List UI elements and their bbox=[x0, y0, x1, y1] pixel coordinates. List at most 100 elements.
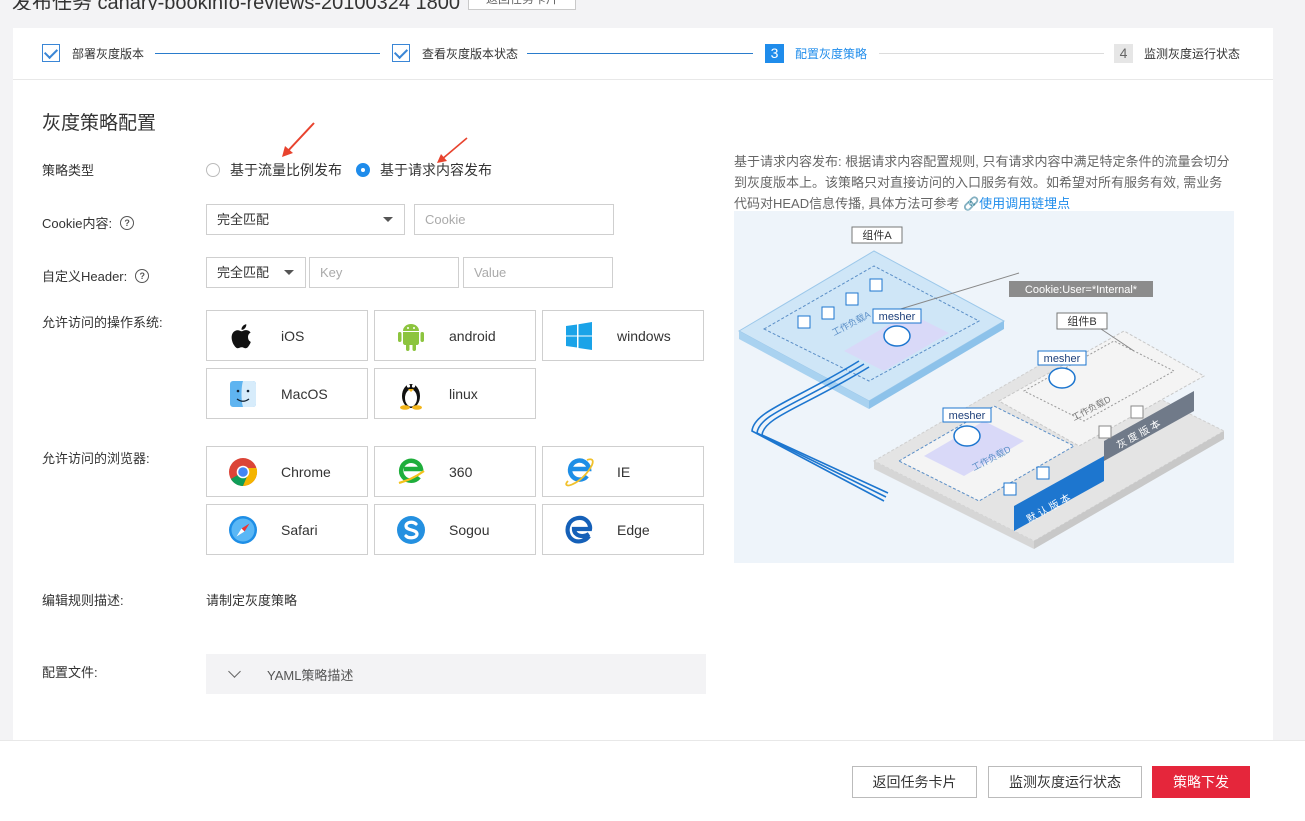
edge-icon bbox=[563, 514, 595, 546]
cookie-input[interactable]: Cookie bbox=[414, 204, 614, 235]
option-label: Edge bbox=[617, 521, 650, 538]
header-match-select[interactable]: 完全匹配 bbox=[206, 257, 306, 288]
apple-icon bbox=[227, 320, 259, 352]
browser-chrome-option[interactable]: Chrome bbox=[206, 446, 368, 497]
label-text: 允许访问的操作系统: bbox=[42, 315, 163, 330]
page-title: 发布任务 canary-bookinfo-reviews-20100324 18… bbox=[12, 0, 460, 10]
group-b-label: 组件B bbox=[1067, 314, 1096, 328]
rule-desc-label: 编辑规则描述: bbox=[42, 590, 124, 609]
label-text: Cookie内容: bbox=[42, 216, 113, 231]
footer-bar: 返回任务卡片 监测灰度运行状态 策略下发 bbox=[0, 740, 1305, 821]
browser-ie-option[interactable]: IE bbox=[542, 446, 704, 497]
option-label: linux bbox=[449, 385, 478, 402]
browser-edge-option[interactable]: Edge bbox=[542, 504, 704, 555]
option-label: MacOS bbox=[281, 385, 328, 402]
step-number: 4 bbox=[1114, 43, 1133, 63]
os-label: 允许访问的操作系统: bbox=[42, 312, 163, 331]
360-browser-icon bbox=[395, 456, 427, 488]
label-text: 自定义Header: bbox=[42, 269, 128, 284]
cookie-tag: Cookie:User=*Internal* bbox=[1025, 284, 1138, 296]
step-monitor[interactable]: 4 监测灰度运行状态 bbox=[1114, 43, 1240, 63]
section-title: 灰度策略配置 bbox=[42, 113, 157, 134]
step-number: 3 bbox=[765, 43, 784, 63]
back-to-task-button[interactable]: 返回任务卡片 bbox=[468, 0, 576, 10]
header-key-input[interactable]: Key bbox=[309, 257, 459, 288]
check-icon bbox=[392, 44, 410, 62]
os-macos-option[interactable]: MacOS bbox=[206, 368, 368, 419]
config-file-label: 配置文件: bbox=[42, 662, 98, 681]
label-text: 允许访问的浏览器: bbox=[42, 451, 150, 466]
mesher-label: mesher bbox=[879, 311, 916, 323]
help-icon[interactable]: ? bbox=[135, 268, 150, 283]
step-label: 监测灰度运行状态 bbox=[1144, 46, 1241, 61]
windows-icon bbox=[563, 320, 595, 352]
radio-circle bbox=[356, 163, 370, 177]
option-label: windows bbox=[617, 327, 671, 344]
mesher-label: mesher bbox=[1044, 353, 1081, 365]
architecture-diagram: 组件A 组件B Cookie:User=*Internal* mesher me… bbox=[734, 211, 1234, 563]
monitor-button[interactable]: 监测灰度运行状态 bbox=[988, 766, 1142, 798]
custom-header-label: 自定义Header: ? bbox=[42, 266, 150, 285]
os-ios-option[interactable]: iOS bbox=[206, 310, 368, 361]
os-android-option[interactable]: android bbox=[374, 310, 536, 361]
step-connector bbox=[527, 53, 753, 54]
back-to-card-button[interactable]: 返回任务卡片 bbox=[852, 766, 977, 798]
safari-icon bbox=[227, 514, 259, 546]
help-icon[interactable]: ? bbox=[120, 215, 135, 230]
option-label: Chrome bbox=[281, 463, 331, 480]
yaml-collapse-panel[interactable]: YAML策略描述 bbox=[206, 654, 706, 694]
link-icon: 🔗 bbox=[962, 196, 980, 211]
annotation-arrow-icon bbox=[437, 137, 468, 163]
header-value-input[interactable]: Value bbox=[463, 257, 613, 288]
select-value: 完全匹配 bbox=[217, 212, 270, 227]
os-windows-option[interactable]: windows bbox=[542, 310, 704, 361]
ie-icon bbox=[563, 456, 595, 488]
annotation-arrow-icon bbox=[282, 122, 315, 157]
step-deploy[interactable]: 部署灰度版本 bbox=[42, 43, 144, 63]
option-label: IE bbox=[617, 463, 631, 480]
option-label: 360 bbox=[449, 463, 473, 480]
diagram-graphic: 组件A 组件B Cookie:User=*Internal* mesher me… bbox=[737, 226, 1226, 549]
finder-icon bbox=[227, 378, 259, 410]
option-label: android bbox=[449, 327, 496, 344]
strategy-type-label: 策略类型 bbox=[42, 160, 94, 179]
browser-safari-option[interactable]: Safari bbox=[206, 504, 368, 555]
label-text: 策略类型 bbox=[42, 163, 95, 178]
step-label: 部署灰度版本 bbox=[72, 46, 145, 61]
label-text: 配置文件: bbox=[42, 665, 98, 680]
check-icon bbox=[42, 44, 60, 62]
cookie-label: Cookie内容: ? bbox=[42, 213, 135, 232]
step-connector bbox=[879, 53, 1104, 54]
browser-360-option[interactable]: 360 bbox=[374, 446, 536, 497]
main-card: 部署灰度版本 查看灰度版本状态 3 配置灰度策略 4 监测灰度运行状态 灰度策略… bbox=[13, 28, 1273, 740]
select-value: 完全匹配 bbox=[217, 265, 270, 280]
radio-traffic-ratio[interactable]: 基于流量比例发布 bbox=[206, 160, 342, 180]
os-linux-option[interactable]: linux bbox=[374, 368, 536, 419]
step-label: 查看灰度版本状态 bbox=[422, 46, 519, 61]
cookie-match-select[interactable]: 完全匹配 bbox=[206, 204, 405, 235]
browsers-label: 允许访问的浏览器: bbox=[42, 448, 150, 467]
step-check-status[interactable]: 查看灰度版本状态 bbox=[392, 43, 518, 63]
trace-link[interactable]: 🔗使用调用链埋点 bbox=[963, 196, 1070, 211]
mesher-label: mesher bbox=[949, 410, 986, 422]
panel-title: YAML策略描述 bbox=[267, 667, 354, 683]
label-text: 编辑规则描述: bbox=[42, 593, 124, 608]
page-header: 发布任务 canary-bookinfo-reviews-20100324 18… bbox=[0, 0, 1305, 10]
chevron-down-icon bbox=[228, 665, 241, 678]
android-icon bbox=[395, 320, 427, 352]
stepper: 部署灰度版本 查看灰度版本状态 3 配置灰度策略 4 监测灰度运行状态 bbox=[13, 28, 1273, 80]
step-connector bbox=[155, 53, 380, 54]
caret-down-icon bbox=[383, 217, 393, 222]
step-configure-strategy[interactable]: 3 配置灰度策略 bbox=[765, 43, 867, 63]
rule-desc-value[interactable]: 请制定灰度策略 bbox=[206, 590, 297, 609]
submit-strategy-button[interactable]: 策略下发 bbox=[1152, 766, 1250, 798]
link-text: 使用调用链埋点 bbox=[979, 196, 1071, 211]
chrome-icon bbox=[227, 456, 259, 488]
tux-icon bbox=[395, 378, 427, 410]
option-label: Sogou bbox=[449, 521, 490, 538]
option-label: Safari bbox=[281, 521, 318, 538]
radio-circle bbox=[206, 163, 220, 177]
caret-down-icon bbox=[284, 270, 294, 275]
browser-sogou-option[interactable]: Sogou bbox=[374, 504, 536, 555]
group-a-label: 组件A bbox=[862, 228, 892, 242]
